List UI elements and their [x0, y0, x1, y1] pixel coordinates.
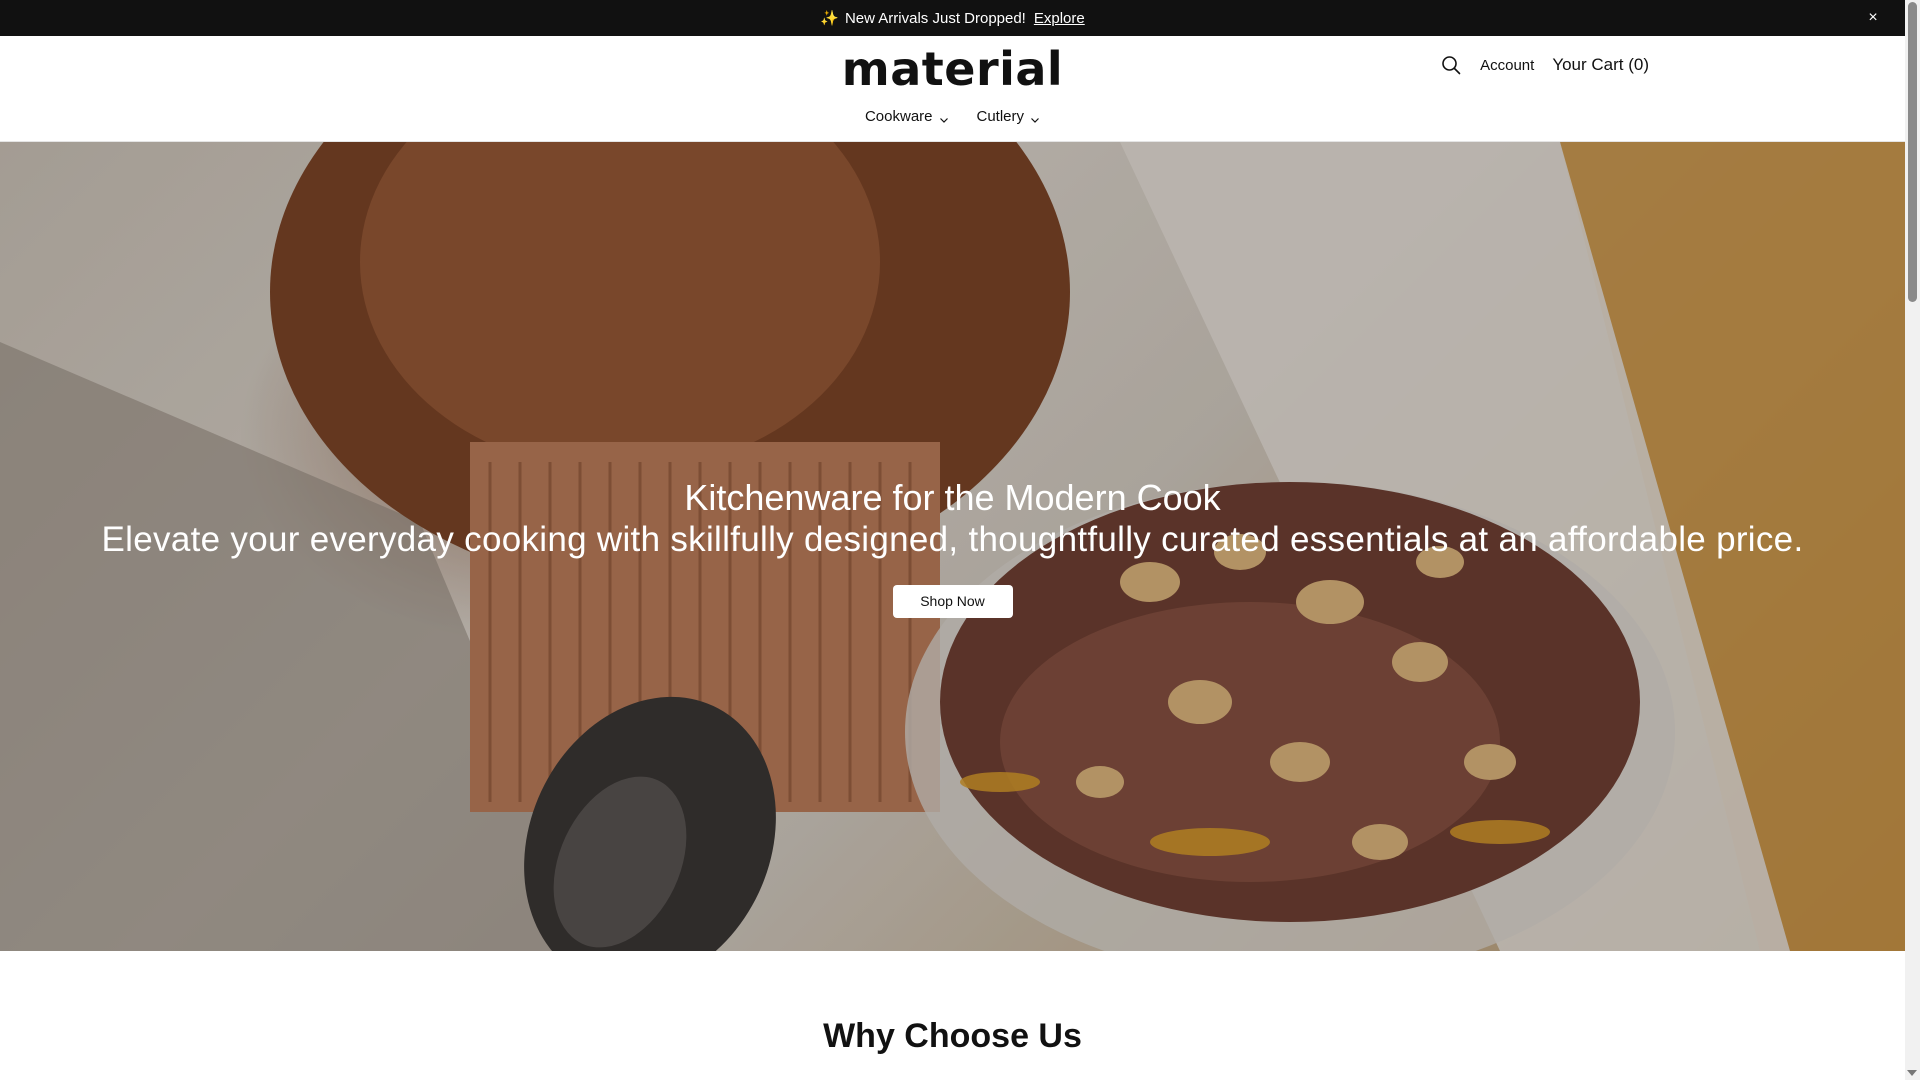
chevron-down-icon	[939, 112, 949, 123]
announcement-bar: ✨ New Arrivals Just Dropped! Explore ×	[0, 0, 1905, 36]
shop-now-button[interactable]: Shop Now	[892, 585, 1013, 618]
nav-item-label: Cutlery	[976, 108, 1025, 125]
close-icon[interactable]: ×	[1863, 8, 1883, 28]
hero-banner: Kitchenware for the Modern Cook Elevate …	[0, 142, 1905, 951]
page: ✨ New Arrivals Just Dropped! Explore × m…	[0, 0, 1905, 1080]
search-icon[interactable]	[1440, 54, 1462, 76]
hero-title: Kitchenware for the Modern Cook	[684, 477, 1221, 518]
announcement-text: New Arrivals Just Dropped!	[844, 9, 1026, 27]
explore-link[interactable]: Explore	[1034, 10, 1085, 27]
account-link[interactable]: Account	[1480, 57, 1534, 74]
header-actions: Account Your Cart (0)	[1440, 54, 1649, 76]
nav-item-cookware[interactable]: Cookware	[865, 108, 949, 125]
scrollbar[interactable]	[1905, 0, 1920, 1080]
nav-item-label: Cookware	[864, 108, 933, 125]
chevron-down-icon	[1030, 112, 1040, 123]
sparkle-icon: ✨	[820, 10, 839, 27]
cart-link[interactable]: Your Cart (0)	[1552, 55, 1649, 75]
main-nav: Cookware Cutlery	[0, 108, 1905, 125]
hero-content: Kitchenware for the Modern Cook Elevate …	[0, 477, 1905, 618]
hero-subtitle: Elevate your everyday cooking with skill…	[101, 520, 1804, 559]
site-header: material Account Your Cart (0) Cookware …	[0, 36, 1905, 142]
section-heading: Why Choose Us	[823, 1017, 1082, 1055]
nav-item-cutlery[interactable]: Cutlery	[977, 108, 1041, 125]
scrollbar-thumb[interactable]	[1908, 2, 1917, 302]
scroll-down-arrow-icon[interactable]	[1907, 1070, 1917, 1076]
